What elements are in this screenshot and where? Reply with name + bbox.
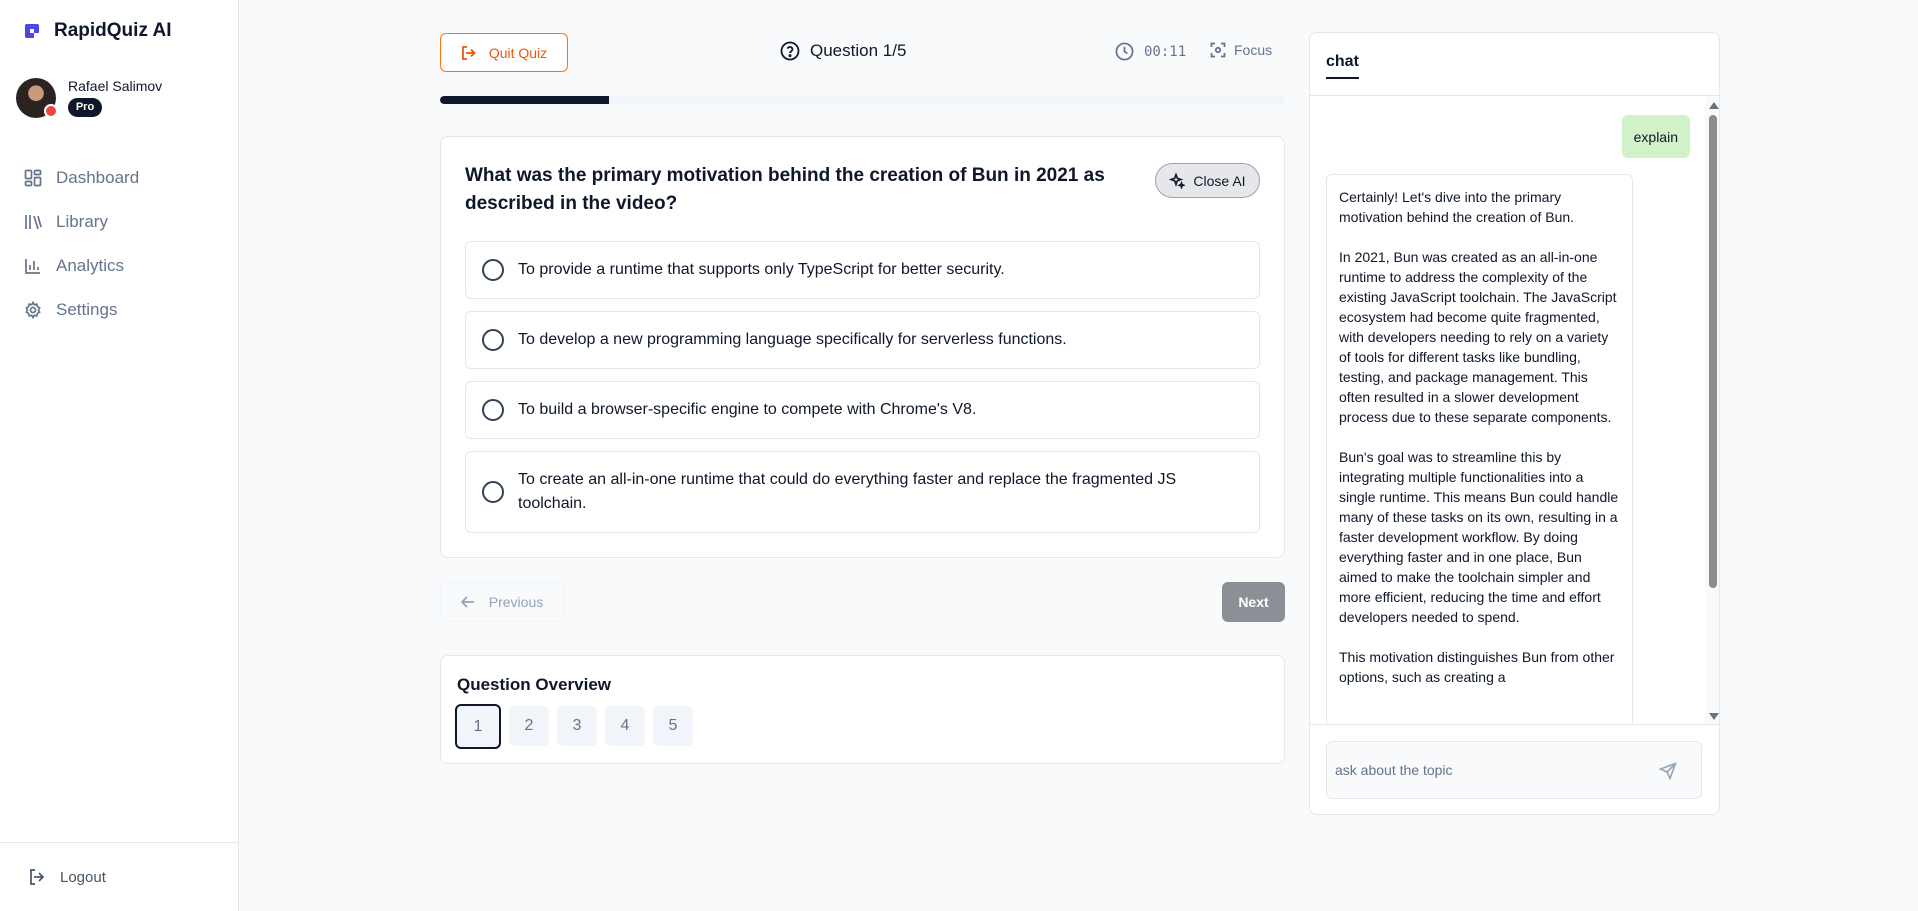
previous-label: Previous — [488, 594, 544, 610]
sidebar-item-label: Library — [56, 212, 108, 231]
chat-messages[interactable]: explain Certainly! Let's dive into the p… — [1310, 97, 1719, 724]
avatar — [16, 78, 58, 118]
question-card: What was the primary motivation behind t… — [440, 136, 1285, 558]
chat-header: chat — [1310, 33, 1719, 96]
sidebar-item-dashboard[interactable]: Dashboard — [24, 156, 139, 200]
clock-icon — [1115, 42, 1134, 61]
dashboard-icon — [24, 169, 42, 187]
timer-value: 00:11 — [1144, 43, 1187, 60]
overview-question-2[interactable]: 2 — [509, 706, 549, 746]
sidebar-item-label: Settings — [56, 300, 118, 319]
sidebar-item-label: Analytics — [56, 256, 125, 275]
send-icon — [1658, 762, 1677, 781]
library-icon — [25, 215, 42, 230]
brand[interactable]: RapidQuiz AI — [24, 20, 172, 42]
logout-label: Logout — [60, 868, 106, 886]
quit-quiz-button[interactable]: Quit Quiz — [440, 33, 568, 72]
exit-icon — [461, 45, 476, 60]
brand-name: RapidQuiz AI — [54, 20, 172, 41]
ai-message-paragraph: Bun's goal was to streamline this by int… — [1339, 449, 1619, 625]
overview-buttons: 1 2 3 4 5 — [455, 704, 693, 749]
answer-option-text: To create an all-in-one runtime that cou… — [518, 471, 1177, 512]
analytics-icon — [25, 259, 40, 274]
sparkles-icon — [1169, 172, 1186, 189]
arrow-left-icon — [460, 596, 474, 608]
answer-option-text: To develop a new programming language sp… — [518, 331, 1067, 348]
ai-message-paragraph: This motivation distinguishes Bun from o… — [1339, 649, 1615, 685]
overview-title: Question Overview — [457, 675, 611, 694]
ai-message-paragraph: In 2021, Bun was created as an all-in-on… — [1339, 249, 1617, 425]
sidebar-item-library[interactable]: Library — [24, 200, 139, 244]
sidebar-nav: Dashboard Library Analytics Settings — [24, 156, 139, 332]
scroll-up-icon[interactable] — [1709, 102, 1719, 109]
brand-logo-icon — [24, 23, 40, 39]
answer-option-text: To provide a runtime that supports only … — [518, 261, 1005, 278]
logout-icon — [30, 869, 45, 885]
pro-badge: Pro — [68, 98, 102, 117]
overview-question-3[interactable]: 3 — [557, 706, 597, 746]
focus-button[interactable]: Focus — [1210, 42, 1272, 58]
chat-input[interactable] — [1326, 741, 1702, 799]
sidebar-item-label: Dashboard — [56, 168, 140, 187]
overview-question-1[interactable]: 1 — [455, 704, 501, 749]
chat-scrollbar[interactable] — [1705, 97, 1719, 724]
help-circle-icon — [780, 41, 800, 61]
next-button[interactable]: Next — [1222, 582, 1285, 622]
close-ai-button[interactable]: Close AI — [1155, 163, 1260, 198]
avatar-status-icon — [44, 104, 58, 118]
chat-footer — [1310, 724, 1719, 814]
sidebar: RapidQuiz AI Rafael Salimov Pro Dashboar… — [0, 0, 239, 911]
radio-button[interactable] — [482, 329, 504, 351]
chat-panel: chat explain Certainly! Let's dive into … — [1309, 32, 1720, 815]
scroll-down-icon[interactable] — [1709, 713, 1719, 720]
ai-message: Certainly! Let's dive into the primary m… — [1326, 174, 1633, 724]
quiz-timer: 00:11 — [1115, 42, 1186, 61]
scrollbar-thumb[interactable] — [1709, 115, 1717, 588]
answer-option[interactable]: To create an all-in-one runtime that cou… — [465, 451, 1260, 533]
quiz-progress-bar — [440, 96, 1285, 104]
radio-button[interactable] — [482, 399, 504, 421]
overview-question-5[interactable]: 5 — [653, 706, 693, 746]
radio-button[interactable] — [482, 481, 504, 503]
answer-option-text: To build a browser-specific engine to co… — [518, 401, 977, 418]
quit-quiz-label: Quit Quiz — [488, 44, 548, 61]
user-message: explain — [1621, 115, 1690, 158]
close-ai-label: Close AI — [1193, 172, 1246, 189]
answer-option[interactable]: To develop a new programming language sp… — [465, 311, 1260, 369]
tab-chat[interactable]: chat — [1326, 53, 1359, 79]
radio-button[interactable] — [482, 259, 504, 281]
ai-message-paragraph: Certainly! Let's dive into the primary m… — [1339, 189, 1575, 225]
user-profile[interactable]: Rafael Salimov Pro — [16, 78, 162, 118]
sidebar-item-analytics[interactable]: Analytics — [24, 244, 139, 288]
quiz-progress-fill — [440, 96, 609, 104]
answer-option[interactable]: To provide a runtime that supports only … — [465, 241, 1260, 299]
question-counter-text: Question 1/5 — [810, 41, 907, 60]
focus-icon — [1210, 42, 1226, 58]
send-button[interactable] — [1658, 762, 1677, 781]
question-overview: Question Overview 1 2 3 4 5 — [440, 655, 1285, 764]
previous-button[interactable]: Previous — [440, 582, 564, 622]
answer-option[interactable]: To build a browser-specific engine to co… — [465, 381, 1260, 439]
sidebar-item-settings[interactable]: Settings — [24, 288, 139, 332]
overview-question-4[interactable]: 4 — [605, 706, 645, 746]
settings-icon — [25, 301, 41, 319]
question-counter: Question 1/5 — [780, 41, 906, 61]
answer-options: To provide a runtime that supports only … — [465, 241, 1260, 533]
question-text: What was the primary motivation behind t… — [465, 165, 1105, 214]
user-name: Rafael Salimov — [68, 78, 163, 94]
focus-label: Focus — [1234, 42, 1273, 58]
logout-button[interactable]: Logout — [0, 842, 239, 911]
